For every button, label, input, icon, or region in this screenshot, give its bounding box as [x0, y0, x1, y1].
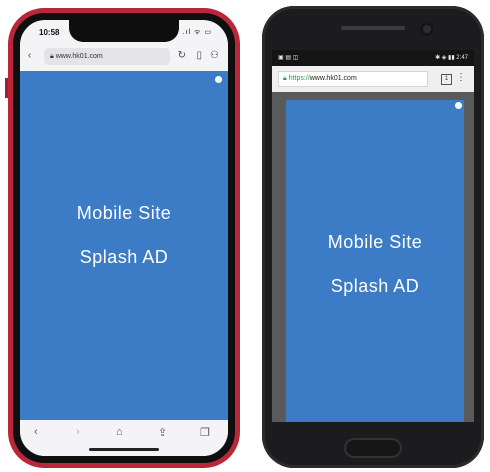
tabs-icon[interactable]: ❐: [200, 426, 210, 439]
ad-title-line2: Splash AD: [330, 276, 420, 296]
safari-toolbar: ‹ › ⌂ ⇪ ❐: [20, 420, 228, 456]
side-button: [5, 78, 8, 98]
bookmark-icon[interactable]: ▯: [196, 49, 202, 63]
android-screen: ▣ ▤ ◫ ✱ ◈ ▮▮ 2:47 🔒︎ https://www.hk01.co…: [272, 50, 474, 422]
back-chevron-icon[interactable]: ‹: [28, 49, 31, 63]
tab-switcher-icon[interactable]: 1: [441, 74, 452, 85]
status-time: 10:58: [39, 28, 60, 37]
status-icons: .ıl ᯤ ▭: [182, 29, 212, 36]
front-camera: [420, 22, 434, 36]
chrome-address-bar: 🔒︎ https://www.hk01.com 1 ⋮: [272, 66, 474, 92]
url-scheme: https://: [288, 75, 310, 82]
iphone-device: 10:58 .ıl ᯤ ▭ ‹ 🔒︎ www.hk01.com ↻ ▯ ⚇ Mo…: [5, 8, 240, 468]
android-device: ▣ ▤ ◫ ✱ ◈ ▮▮ 2:47 🔒︎ https://www.hk01.co…: [262, 6, 484, 468]
reload-icon[interactable]: ↻: [178, 49, 186, 63]
home-indicator: [89, 448, 159, 451]
android-status-bar: ▣ ▤ ◫ ✱ ◈ ▮▮ 2:47: [272, 50, 474, 66]
back-icon[interactable]: ‹: [34, 426, 38, 438]
notch: [69, 20, 179, 42]
ad-title-line1: Mobile Site: [327, 232, 423, 252]
splash-ad-area[interactable]: Mobile Site Splash AD: [286, 100, 464, 422]
iphone-screen: 10:58 .ıl ᯤ ▭ ‹ 🔒︎ www.hk01.com ↻ ▯ ⚇ Mo…: [20, 20, 228, 456]
iphone-bezel: 10:58 .ıl ᯤ ▭ ‹ 🔒︎ www.hk01.com ↻ ▯ ⚇ Mo…: [13, 13, 235, 463]
home-button[interactable]: [344, 438, 402, 458]
forward-icon[interactable]: ›: [76, 426, 80, 438]
status-right: ✱ ◈ ▮▮ 2:47: [435, 55, 468, 61]
earpiece-speaker: [341, 26, 405, 30]
safari-address-bar: ‹ 🔒︎ www.hk01.com ↻ ▯ ⚇: [20, 45, 228, 69]
ad-title-line2: Splash AD: [79, 247, 169, 267]
url-host: www.hk01.com: [309, 75, 357, 82]
share-icon[interactable]: ⇪: [158, 426, 167, 439]
lock-icon: 🔒︎: [50, 53, 54, 60]
close-dot-icon[interactable]: [455, 102, 462, 109]
url-field[interactable]: 🔒︎ www.hk01.com: [44, 48, 170, 65]
url-text: www.hk01.com: [55, 53, 103, 60]
home-icon[interactable]: ⌂: [116, 426, 123, 438]
close-dot-icon[interactable]: [215, 76, 222, 83]
url-field[interactable]: 🔒︎ https://www.hk01.com: [278, 71, 428, 87]
ad-title-line1: Mobile Site: [76, 203, 172, 223]
lock-icon: 🔒︎: [283, 75, 287, 82]
notification-icons: ▣ ▤ ◫: [278, 55, 299, 61]
overflow-menu-icon[interactable]: ⋮: [456, 72, 466, 83]
share-user-icon[interactable]: ⚇: [210, 49, 219, 63]
splash-ad-area[interactable]: Mobile Site Splash AD: [20, 71, 228, 420]
